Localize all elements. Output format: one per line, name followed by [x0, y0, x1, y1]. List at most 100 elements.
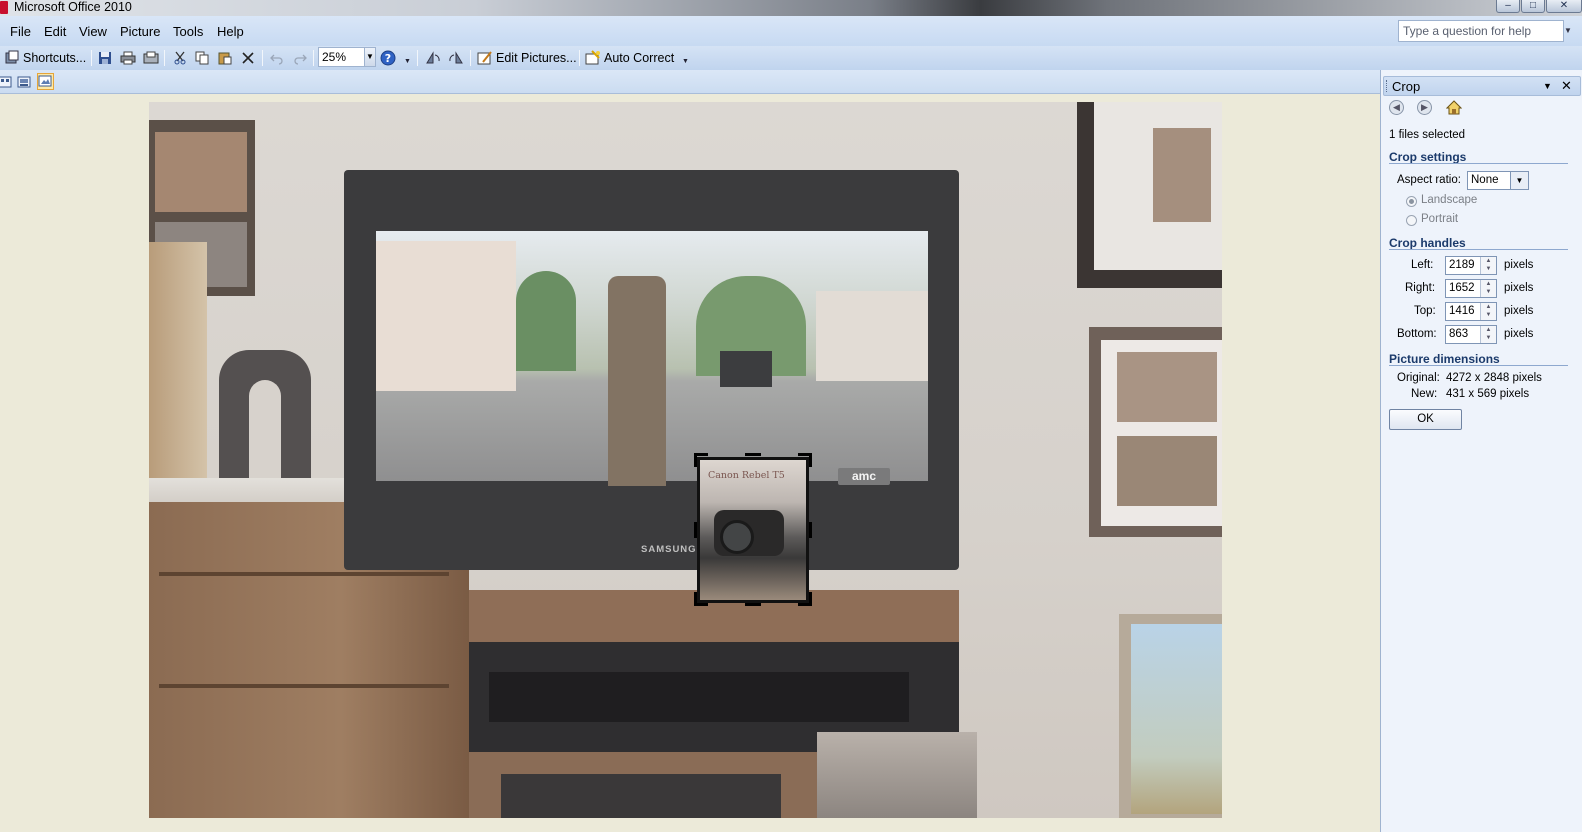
portrait-label: Portrait: [1421, 213, 1459, 225]
left-handle-spinner[interactable]: ▲ ▼: [1480, 257, 1496, 274]
scissors-icon: [171, 49, 189, 67]
top-handle-unit: pixels: [1504, 305, 1534, 317]
menu-view[interactable]: View: [79, 24, 107, 39]
pane-title: Crop: [1392, 79, 1421, 94]
new-label: New:: [1411, 388, 1438, 400]
back-icon[interactable]: ◀: [1389, 100, 1404, 115]
paste-button[interactable]: [216, 48, 234, 68]
copy-icon: [193, 49, 211, 67]
undo-icon: [268, 49, 286, 67]
crop-handle-left[interactable]: [694, 522, 697, 538]
section-divider: [1389, 163, 1568, 164]
toolbar-separator: [470, 50, 471, 66]
picture-dimensions-heading: Picture dimensions: [1389, 352, 1500, 366]
crop-settings-heading: Crop settings: [1389, 150, 1467, 164]
toolbar-separator: [164, 50, 165, 66]
left-handle-unit: pixels: [1504, 259, 1534, 271]
files-selected-text: 1 files selected: [1389, 129, 1466, 141]
toolbar-separator: [579, 50, 580, 66]
save-icon: [96, 49, 114, 67]
cut-button[interactable]: [171, 48, 189, 68]
pane-grip-icon: [1386, 80, 1388, 92]
top-handle-label: Top:: [1414, 305, 1436, 317]
app-icon: [0, 1, 8, 14]
menu-picture[interactable]: Picture: [120, 24, 160, 39]
top-handle-spinner[interactable]: ▲ ▼: [1480, 303, 1496, 320]
menu-tools[interactable]: Tools: [173, 24, 203, 39]
close-button[interactable]: ✕: [1546, 0, 1582, 13]
redo-icon: [291, 49, 309, 67]
home-icon[interactable]: [1445, 100, 1463, 118]
auto-correct-button[interactable]: Auto Correct: [584, 48, 674, 68]
window-title: Microsoft Office 2010: [14, 0, 132, 14]
section-divider: [1389, 249, 1568, 250]
svg-text:?: ?: [385, 52, 391, 65]
auto-correct-icon: [584, 49, 602, 67]
tv-screen: amc: [376, 231, 928, 486]
toolbar-separator: [313, 50, 314, 66]
delete-button[interactable]: [239, 48, 257, 68]
rotate-right-icon: [447, 49, 465, 67]
print-icon: [119, 49, 137, 67]
scan-button[interactable]: [142, 48, 160, 68]
book-title-text: Canon Rebel T5: [708, 470, 785, 481]
crop-handle-right[interactable]: [809, 522, 812, 538]
aspect-ratio-dropdown-icon[interactable]: ▼: [1510, 172, 1528, 189]
rotate-right-button[interactable]: [447, 48, 465, 68]
menu-edit[interactable]: Edit: [44, 24, 66, 39]
toolbar-overflow-icon[interactable]: ▼: [404, 58, 411, 65]
crop-handle-bottom-left[interactable]: [694, 592, 697, 606]
shortcuts-icon: [3, 49, 21, 67]
edit-pictures-button[interactable]: Edit Pictures...: [476, 48, 577, 68]
pane-menu-chevron-icon[interactable]: ▼: [1543, 81, 1552, 91]
landscape-radio[interactable]: [1406, 196, 1417, 207]
section-divider: [1389, 365, 1568, 366]
single-picture-view-icon[interactable]: [37, 73, 54, 90]
right-handle-unit: pixels: [1504, 282, 1534, 294]
pane-close-icon[interactable]: ✕: [1561, 78, 1572, 94]
paste-icon: [216, 49, 234, 67]
copy-button[interactable]: [193, 48, 211, 68]
toolbar-separator: [91, 50, 92, 66]
redo-button[interactable]: [291, 48, 309, 68]
crop-selection[interactable]: Canon Rebel T5: [697, 457, 809, 603]
ok-button[interactable]: OK: [1389, 409, 1462, 430]
undo-button[interactable]: [268, 48, 286, 68]
title-bar: Microsoft Office 2010 – □ ✕: [0, 0, 1582, 16]
crop-handle-top-right[interactable]: [809, 453, 812, 467]
help-search-input[interactable]: Type a question for help: [1398, 20, 1564, 42]
rotate-left-icon: [424, 49, 442, 67]
menu-help[interactable]: Help: [217, 24, 244, 39]
filmstrip-view-icon[interactable]: [16, 74, 33, 91]
rotate-left-button[interactable]: [424, 48, 442, 68]
crop-handle-bottom-right[interactable]: [809, 592, 812, 606]
standard-toolbar: [0, 46, 1582, 70]
zoom-dropdown-icon[interactable]: ▼: [364, 48, 375, 66]
toolbar-overflow-icon[interactable]: ▼: [682, 58, 689, 65]
forward-icon[interactable]: ▶: [1417, 100, 1432, 115]
menu-file[interactable]: File: [10, 24, 31, 39]
crop-handle-bottom[interactable]: [745, 603, 761, 606]
help-dropdown-icon[interactable]: ▼: [1564, 26, 1572, 35]
shortcuts-button[interactable]: Shortcuts...: [3, 48, 86, 68]
toolbar-separator: [417, 50, 418, 66]
original-value: 4272 x 2848 pixels: [1446, 372, 1542, 384]
help-button[interactable]: ?: [379, 48, 397, 68]
portrait-radio[interactable]: [1406, 215, 1417, 226]
thumbnail-view-icon[interactable]: [0, 74, 14, 91]
toolbar-separator: [262, 50, 263, 66]
restore-button[interactable]: □: [1521, 0, 1545, 13]
aspect-ratio-label: Aspect ratio:: [1397, 174, 1461, 186]
bottom-handle-spinner[interactable]: ▲ ▼: [1480, 326, 1496, 343]
landscape-label: Landscape: [1421, 194, 1478, 206]
help-question-icon: ?: [379, 49, 397, 67]
minimize-button[interactable]: –: [1496, 0, 1520, 13]
view-strip: [0, 70, 1380, 94]
edit-pictures-icon: [476, 49, 494, 67]
print-button[interactable]: [119, 48, 137, 68]
tv-brand-text: SAMSUNG: [641, 544, 697, 555]
right-handle-spinner[interactable]: ▲ ▼: [1480, 280, 1496, 297]
crop-handle-top-left[interactable]: [694, 453, 697, 467]
crop-handle-top[interactable]: [745, 453, 761, 456]
save-button[interactable]: [96, 48, 114, 68]
